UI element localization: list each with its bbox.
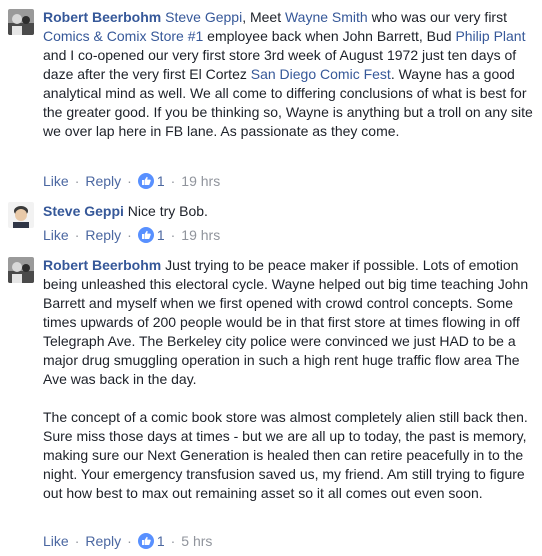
comment-author[interactable]: Robert Beerbohm bbox=[43, 9, 161, 25]
timestamp[interactable]: 19 hrs bbox=[181, 226, 220, 245]
timestamp[interactable]: 19 hrs bbox=[181, 172, 220, 191]
separator: · bbox=[170, 532, 176, 549]
thumbs-up-icon[interactable] bbox=[137, 173, 154, 189]
like-button[interactable]: Like bbox=[43, 532, 69, 551]
like-count[interactable]: 1 bbox=[157, 172, 165, 191]
mention-link[interactable]: Wayne Smith bbox=[285, 9, 368, 25]
like-count[interactable]: 1 bbox=[157, 532, 165, 551]
mention-link[interactable]: Steve Geppi bbox=[165, 9, 242, 25]
comment-actions: Like · Reply · 1 · 5 hrs bbox=[43, 532, 212, 550]
text-segment: employee back when John Barrett, Bud bbox=[203, 28, 456, 44]
comment-message-paragraph-2: The concept of a comic book store was al… bbox=[43, 409, 528, 501]
comment-actions: Like · Reply · 1 · 19 hrs bbox=[43, 172, 220, 190]
separator: · bbox=[170, 226, 176, 243]
comment-body: Steve Geppi Nice try Bob. bbox=[43, 202, 533, 221]
comment-text: Robert Beerbohm Just trying to be peace … bbox=[43, 256, 533, 389]
reply-button[interactable]: Reply bbox=[85, 532, 121, 551]
comment-actions: Like · Reply · 1 · 19 hrs bbox=[43, 226, 220, 244]
comment-author[interactable]: Robert Beerbohm bbox=[43, 257, 161, 273]
reply-button[interactable]: Reply bbox=[85, 172, 121, 191]
comment-author[interactable]: Steve Geppi bbox=[43, 203, 124, 219]
comment-body: Robert Beerbohm Steve Geppi, Meet Wayne … bbox=[43, 8, 533, 141]
like-count[interactable]: 1 bbox=[157, 226, 165, 245]
text-segment: who was our very first bbox=[367, 9, 507, 25]
avatar[interactable] bbox=[8, 202, 34, 228]
mention-link[interactable]: Philip Plant bbox=[455, 28, 525, 44]
thumbs-up-icon[interactable] bbox=[137, 227, 154, 243]
separator: · bbox=[127, 226, 132, 243]
comment-text: Steve Geppi Nice try Bob. bbox=[43, 202, 533, 221]
avatar[interactable] bbox=[8, 257, 34, 283]
comment-message: Just trying to be peace maker if possibl… bbox=[43, 257, 529, 387]
comment-body: Robert Beerbohm Just trying to be peace … bbox=[43, 256, 533, 503]
page-link[interactable]: San Diego Comic Fest bbox=[251, 66, 391, 82]
separator: · bbox=[74, 226, 80, 243]
text-segment: , Meet bbox=[242, 9, 285, 25]
separator: · bbox=[170, 172, 176, 189]
separator: · bbox=[74, 172, 80, 189]
reply-button[interactable]: Reply bbox=[85, 226, 121, 245]
separator: · bbox=[127, 532, 132, 549]
avatar[interactable] bbox=[8, 9, 34, 35]
like-button[interactable]: Like bbox=[43, 172, 69, 191]
comment-text: Robert Beerbohm Steve Geppi, Meet Wayne … bbox=[43, 8, 533, 141]
separator: · bbox=[127, 172, 132, 189]
timestamp[interactable]: 5 hrs bbox=[181, 532, 212, 551]
comment-message: Nice try Bob. bbox=[123, 203, 208, 219]
page-link[interactable]: Comics & Comix Store #1 bbox=[43, 28, 203, 44]
thumbs-up-icon[interactable] bbox=[137, 533, 154, 549]
separator: · bbox=[74, 532, 80, 549]
like-button[interactable]: Like bbox=[43, 226, 69, 245]
